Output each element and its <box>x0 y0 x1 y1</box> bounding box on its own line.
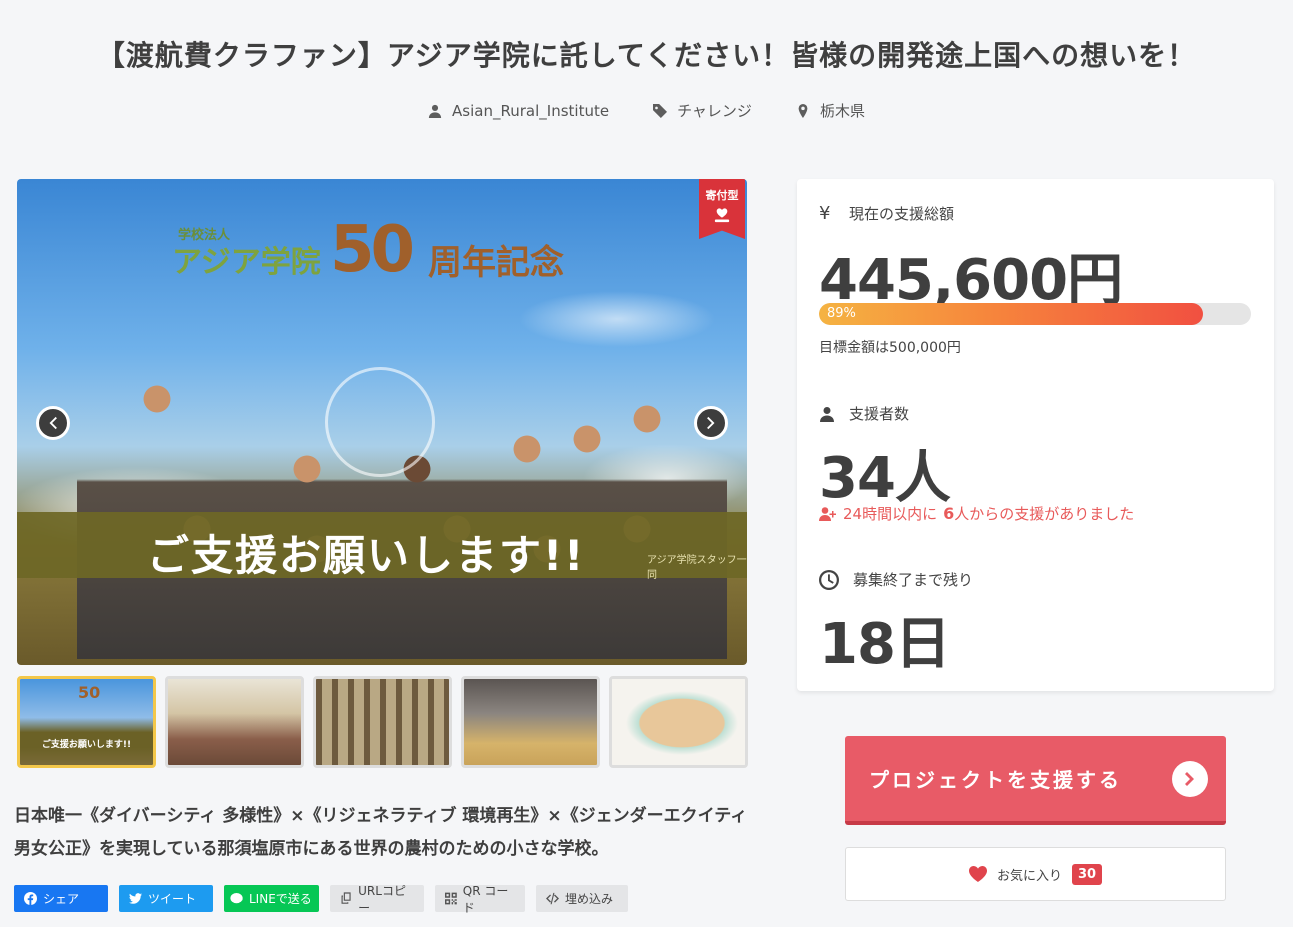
chevron-left-icon <box>49 416 57 430</box>
thumbnail-2-image <box>168 679 301 765</box>
thumbnail-5[interactable] <box>609 676 748 768</box>
url-copy-label: URLコピー <box>358 883 406 915</box>
line-share-label: LINEで送る <box>249 892 312 906</box>
embed-label: 埋め込み <box>565 892 614 906</box>
qr-code-button[interactable]: QR コード <box>435 884 525 915</box>
image-banner-credit: アジア学院スタッフ一同 <box>647 555 747 581</box>
url-copy-button[interactable]: URLコピー <box>330 884 424 915</box>
thumbnail-3[interactable] <box>313 676 452 768</box>
chevron-right-icon <box>707 416 715 430</box>
carousel-next-button[interactable] <box>694 406 728 440</box>
code-icon <box>546 892 559 905</box>
line-share-button[interactable]: LINEで送る <box>224 885 319 912</box>
support-project-label: プロジェクトを支援する <box>869 768 1122 792</box>
funding-progress-fill: 89% <box>819 303 1204 325</box>
map-pin-icon <box>798 103 808 118</box>
thumbnail-3-image <box>316 679 449 765</box>
users-plus-icon <box>819 506 836 521</box>
image-anniversary-text: 周年記念 <box>428 243 564 283</box>
thumbnail-strip: 50 ご支援お願いします!! <box>17 676 748 768</box>
qr-code-icon <box>445 892 457 905</box>
favorite-button[interactable]: お気に入り 30 <box>845 847 1226 901</box>
main-project-image[interactable]: 学校法人 アジア学院 50 周年記念 ご支援お願いします!! アジア学院スタッフ… <box>17 179 747 665</box>
total-amount-label: ¥ 現在の支援総額 <box>819 203 954 224</box>
carousel-prev-button[interactable] <box>36 406 70 440</box>
qr-code-label: QR コード <box>462 883 509 915</box>
twitter-share-button[interactable]: ツイート <box>119 885 213 912</box>
funding-stats-card: ¥ 現在の支援総額 445,600円 89% 目標金額は500,000円 支援者… <box>797 179 1274 691</box>
thumbnail-2[interactable] <box>165 676 304 768</box>
remaining-value: 18日 <box>819 612 951 677</box>
remaining-label: 募集終了まで残り <box>819 569 973 590</box>
remaining-label-text: 募集終了まで残り <box>853 571 974 589</box>
supporters-label-text: 支援者数 <box>849 405 910 423</box>
copy-icon <box>341 892 351 904</box>
donation-type-badge: 寄付型 <box>699 179 745 239</box>
line-icon <box>230 892 243 904</box>
play-circle-overlay[interactable] <box>325 367 435 477</box>
support-project-button[interactable]: プロジェクトを支援する <box>845 736 1226 825</box>
twitter-bird-icon <box>129 893 142 904</box>
heart-icon <box>968 866 987 882</box>
chevron-right-circle-icon <box>1172 760 1208 797</box>
owner-link[interactable]: Asian_Rural_Institute <box>428 100 609 121</box>
yen-icon: ¥ <box>819 202 831 224</box>
user-icon <box>428 104 442 118</box>
supporters-value: 34人 <box>819 446 951 511</box>
project-description: 日本唯一《ダイバーシティ 多様性》×《リジェネラティブ 環境再生》×《ジェンダー… <box>14 806 748 859</box>
thumbnail-5-image <box>612 679 745 765</box>
thumbnail-4[interactable] <box>461 676 600 768</box>
thumbnail-1-caption: ご支援お願いします!! <box>41 740 132 750</box>
funding-progress-bar: 89% <box>819 303 1251 325</box>
thumbnail-1[interactable]: 50 ご支援お願いします!! <box>17 676 156 768</box>
twitter-share-label: ツイート <box>148 892 197 906</box>
image-logo-big: アジア学院 <box>172 245 321 280</box>
recent-supporters-notice: 24時間以内に 6 人からの支援がありました <box>819 503 1134 524</box>
chevron-right-icon <box>1185 771 1194 786</box>
page-title: 【渡航費クラファン】アジア学院に託してください！皆様の開発途上国への想いを！ <box>96 39 1197 72</box>
favorite-count-badge: 30 <box>1071 863 1103 885</box>
favorite-label: お気に入り <box>996 868 1062 884</box>
funding-progress-text: 89% <box>827 306 856 321</box>
category-link[interactable]: チャレンジ <box>653 100 752 121</box>
location-link[interactable]: 栃木県 <box>796 100 865 121</box>
tag-icon <box>653 103 668 118</box>
embed-button[interactable]: 埋め込み <box>536 885 628 912</box>
facebook-share-button[interactable]: シェア <box>14 885 108 912</box>
image-anniversary-number: 50 <box>330 213 415 287</box>
heart-hand-icon <box>714 208 730 223</box>
donation-badge-label: 寄付型 <box>705 189 739 202</box>
user-icon <box>820 406 834 422</box>
thumbnail-4-image <box>464 679 597 765</box>
share-bar: シェア ツイート LINEで送る URLコピー QR コード 埋め込み <box>14 884 628 915</box>
category-name: チャレンジ <box>677 102 752 120</box>
owner-name: Asian_Rural_Institute <box>452 101 610 120</box>
clock-icon <box>819 569 839 590</box>
supporters-label: 支援者数 <box>819 403 909 424</box>
image-banner-text: ご支援お願いします!! <box>147 531 586 580</box>
total-amount-label-text: 現在の支援総額 <box>849 205 955 223</box>
recent-count: 6 <box>943 504 955 523</box>
goal-amount: 目標金額は500,000円 <box>819 340 961 356</box>
facebook-share-label: シェア <box>43 892 80 906</box>
location-name: 栃木県 <box>819 102 865 120</box>
facebook-icon <box>24 892 37 905</box>
thumbnail-1-number: 50 <box>78 683 101 702</box>
project-meta: Asian_Rural_Institute チャレンジ 栃木県 <box>0 100 1293 121</box>
recent-prefix: 24時間以内に <box>843 505 938 523</box>
recent-suffix: 人からの支援がありました <box>954 505 1135 523</box>
